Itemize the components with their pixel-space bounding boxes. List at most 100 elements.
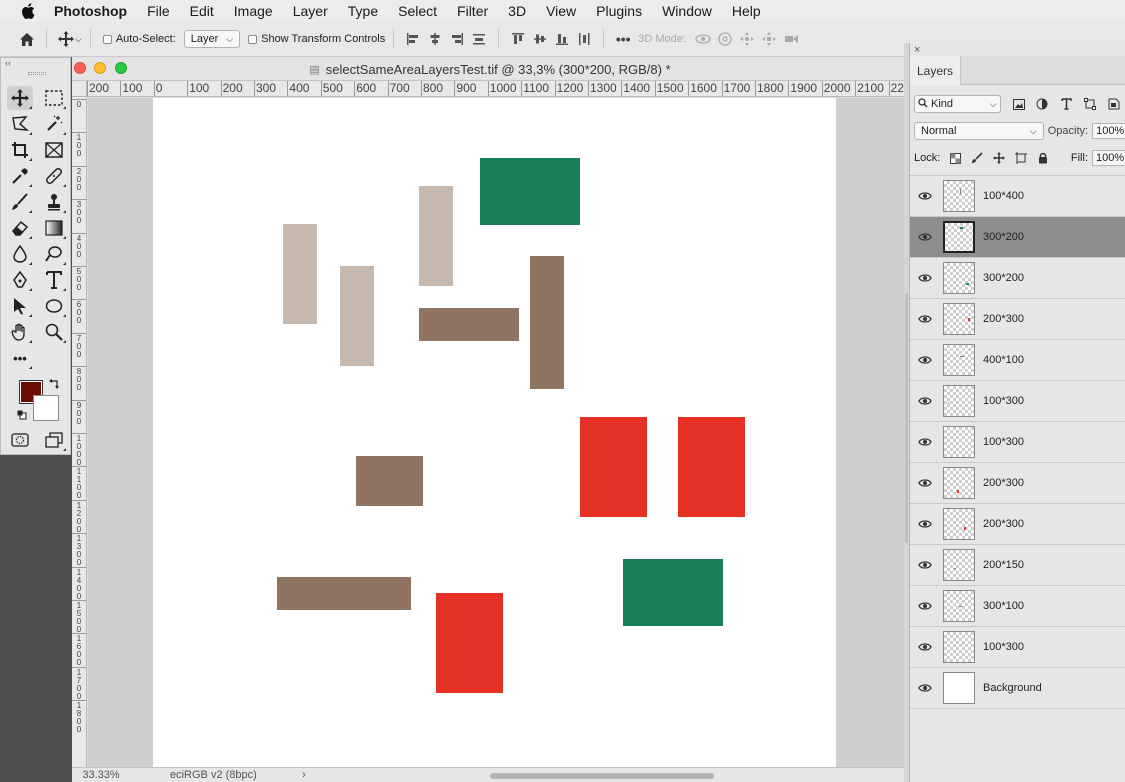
chevron-down-icon[interactable]: ⌵ [75,34,82,45]
menu-window[interactable]: Window [662,3,712,19]
magic-wand-tool-icon[interactable] [41,112,67,136]
distribute-icon[interactable] [468,28,490,50]
blend-mode-dropdown[interactable]: Normal ⌵ [914,122,1044,140]
blur-tool-icon[interactable] [7,242,33,266]
frame-tool-icon[interactable] [41,138,67,162]
menu-layer[interactable]: Layer [293,3,328,19]
visibility-eye-icon[interactable] [910,642,940,652]
canvas-layer-shape[interactable] [480,158,580,225]
canvas-layer-shape[interactable] [419,186,453,286]
layer-row[interactable]: 200*300 [910,463,1125,504]
canvas-layer-shape[interactable] [678,417,745,517]
lock-transparent-pixels-icon[interactable] [944,150,966,166]
layer-name[interactable]: 400*100 [983,354,1024,366]
maximize-window-button[interactable] [115,62,127,74]
document-canvas[interactable] [153,98,836,767]
filter-smart-objects-icon[interactable] [1102,95,1125,113]
pasteboard[interactable] [88,98,908,767]
more-options-icon[interactable]: ••• [612,28,634,50]
canvas-layer-shape[interactable] [356,456,423,506]
layer-name[interactable]: 300*100 [983,600,1024,612]
layer-name[interactable]: 100*400 [983,190,1024,202]
layer-name[interactable]: 300*200 [983,272,1024,284]
auto-select-checkbox[interactable]: Auto-Select: [102,33,176,45]
layer-row[interactable]: 200*300 [910,504,1125,545]
menu-image[interactable]: Image [234,3,273,19]
canvas-layer-shape[interactable] [580,417,647,517]
menu-type[interactable]: Type [348,3,378,19]
layer-row[interactable]: 100*300 [910,627,1125,668]
horizontal-ruler[interactable]: 200 100 0 100 200 300 400 500 600 700 800 900 1000 11… [87,81,908,97]
gradient-tool-icon[interactable] [41,216,67,240]
layer-name[interactable]: 200*300 [983,477,1024,489]
opacity-field[interactable]: 100% [1092,123,1125,139]
default-colors-icon[interactable] [17,409,27,420]
edit-toolbar-icon[interactable]: ••• [7,346,33,370]
screen-mode-icon[interactable] [41,428,67,452]
ruler-origin[interactable] [72,81,87,97]
filter-adjustment-layers-icon[interactable] [1030,95,1054,113]
zoom-level-field[interactable]: 33.33% [72,768,130,782]
align-top-icon[interactable] [507,28,529,50]
canvas-layer-shape[interactable] [419,308,519,341]
vertical-ruler[interactable]: 0 100 200 300 400 500 600 700 800 900 1000 1100 1200… [72,97,87,767]
drag-3d-icon[interactable] [736,28,758,50]
visibility-eye-icon[interactable] [910,683,940,693]
panel-grip[interactable] [28,72,46,75]
move-tool-icon[interactable] [7,86,33,110]
layer-row[interactable]: 300*100 [910,586,1125,627]
menu-select[interactable]: Select [398,3,437,19]
filter-kind-dropdown[interactable]: Kind ⌵ [914,95,1001,113]
visibility-eye-icon[interactable] [910,437,940,447]
path-selection-tool-icon[interactable] [7,294,33,318]
layer-row[interactable]: 300*200 [910,217,1125,258]
align-left-icon[interactable] [402,28,424,50]
pen-tool-icon[interactable] [7,268,33,292]
layer-name[interactable]: 300*200 [983,231,1024,243]
canvas-layer-shape[interactable] [340,266,374,366]
visibility-eye-icon[interactable] [910,560,940,570]
filter-type-layers-icon[interactable] [1054,95,1078,113]
canvas-layer-shape[interactable] [277,577,411,610]
roll-3d-icon[interactable] [714,28,736,50]
dodge-tool-icon[interactable] [41,242,67,266]
visibility-eye-icon[interactable] [910,355,940,365]
hand-tool-icon[interactable] [7,320,33,344]
align-bottom-icon[interactable] [551,28,573,50]
menu-filter[interactable]: Filter [457,3,488,19]
fill-field[interactable]: 100% [1092,150,1125,166]
visibility-eye-icon[interactable] [910,191,940,201]
status-menu-arrow[interactable]: › [302,768,306,782]
apple-menu-icon[interactable] [18,3,38,19]
align-center-icon[interactable] [424,28,446,50]
visibility-eye-icon[interactable] [910,519,940,529]
lasso-tool-icon[interactable] [7,112,33,136]
layer-name[interactable]: 200*150 [983,559,1024,571]
checkbox-box[interactable] [102,34,112,44]
collapse-panel-button[interactable]: ‹‹ [5,58,11,68]
visibility-eye-icon[interactable] [910,478,940,488]
lock-artboard-icon[interactable] [1010,150,1032,166]
canvas-layer-shape[interactable] [283,224,317,324]
layer-name[interactable]: 200*300 [983,518,1024,530]
zoom-tool-icon[interactable] [41,320,67,344]
lock-position-icon[interactable] [988,150,1010,166]
visibility-eye-icon[interactable] [910,232,940,242]
tab-layers[interactable]: Layers [910,56,961,85]
home-icon[interactable] [16,28,38,50]
layer-row[interactable]: 300*200 [910,258,1125,299]
canvas-layer-shape[interactable] [530,256,564,389]
canvas-layer-shape[interactable] [623,559,723,626]
healing-brush-tool-icon[interactable] [41,164,67,188]
eyedropper-tool-icon[interactable] [7,164,33,188]
close-panel-button[interactable]: × [914,44,920,56]
orbit-3d-icon[interactable] [692,28,714,50]
horizontal-scrollbar[interactable] [490,773,714,779]
menu-edit[interactable]: Edit [190,3,214,19]
color-profile-info[interactable]: eciRGB v2 (8bpc) [170,768,257,782]
filter-shape-layers-icon[interactable] [1078,95,1102,113]
align-middle-icon[interactable] [529,28,551,50]
ellipse-tool-icon[interactable] [41,294,67,318]
type-tool-icon[interactable] [41,268,67,292]
menu-app-name[interactable]: Photoshop [54,3,127,19]
